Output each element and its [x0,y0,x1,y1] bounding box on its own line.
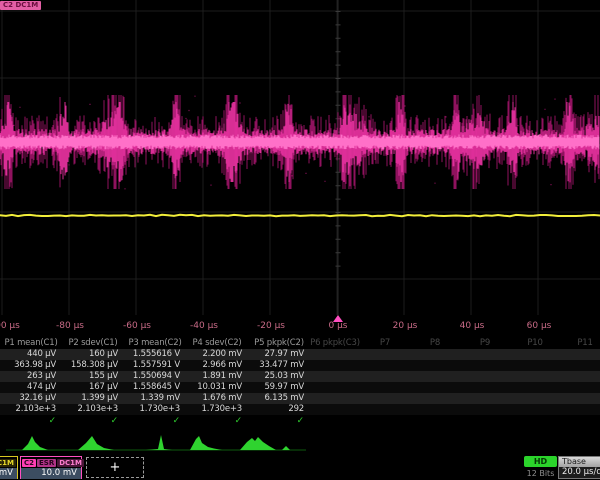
param-header-inactive[interactable]: P7 [360,337,410,349]
measurement-value: 1.550694 V [124,371,186,382]
axis-label: 60 µs [527,321,552,331]
c2-coupling-chip: DC1M [57,459,84,467]
add-channel-button[interactable]: + [86,457,144,478]
measurement-row: 32.16 µV1.399 µV1.339 mV1.676 mV6.135 mV [0,393,600,404]
measurement-value: 25.03 mV [248,371,310,382]
measurement-value: 1.676 mV [186,393,248,404]
measurement-value: 6.135 mV [248,393,310,404]
timebase-box[interactable]: Tbase 20.0 µs/div [558,456,600,479]
param-header-inactive[interactable]: P10 [510,337,560,349]
axis-label: -20 µs [257,321,285,331]
measurement-value: 1.730e+3 [124,404,186,415]
c2-name-chip: C2 [22,459,36,467]
measurement-row: 363.98 µV158.308 µV1.557591 V2.966 mV33.… [0,360,600,371]
measurement-value: 1.399 µV [62,393,124,404]
measurement-value: 10.031 mV [186,382,248,393]
status-check-icon: ✓ [62,415,124,428]
measurement-header-row: P1 mean(C1)P2 sdev(C1)P3 mean(C2)P4 sdev… [0,337,600,349]
measurement-value: 167 µV [62,382,124,393]
measurement-value: 27.97 mV [248,349,310,360]
c1-coupling-chip: DC1M [0,459,16,467]
measurement-table: P1 mean(C1)P2 sdev(C1)P3 mean(C2)P4 sdev… [0,337,600,428]
measurement-value: 292 [248,404,310,415]
measurement-value: 1.730e+3 [186,404,248,415]
measurement-value: 59.97 mV [248,382,310,393]
time-axis: -100 µs -80 µs -60 µs -40 µs -20 µs 0 µs 20 µs… [0,315,600,336]
measurement-value: 1.558645 V [124,382,186,393]
param-header-inactive[interactable]: P8 [410,337,460,349]
c1-scale-value: 0 mV [0,468,17,479]
measurement-value: 263 µV [0,371,62,382]
measurement-status-row: ✓✓✓✓✓ [0,415,600,428]
axis-label: -40 µs [190,321,218,331]
hd-mode-badge: HD [524,456,557,467]
measurement-value: 158.308 µV [62,360,124,371]
channel-c2-box[interactable]: C2 ESR DC1M 10.0 mV [20,456,82,479]
param-header-inactive[interactable]: P9 [460,337,510,349]
measurement-value: 363.98 µV [0,360,62,371]
hd-bits-label: 12 Bits [518,469,563,478]
waveform-grid [0,0,600,316]
measurement-value: 1.557591 V [124,360,186,371]
timebase-value: 20.0 µs/div [559,467,600,478]
param-header[interactable]: P5 pkpk(C2) [248,337,310,349]
axis-label: -100 µs [0,321,20,331]
measurement-value: 2.200 mV [186,349,248,360]
histicon-p3[interactable] [146,435,172,450]
descriptor-bar: DC1M 0 mV C2 ESR DC1M 10.0 mV + HD 12 Bi… [0,455,600,480]
axis-label: -80 µs [56,321,84,331]
histicon-strip [0,432,600,454]
measurement-value: 1.339 mV [124,393,186,404]
axis-label: 0 µs [328,321,347,331]
histicon-p2[interactable] [78,436,114,450]
measurement-value: 2.103e+3 [0,404,62,415]
measurement-row: 474 µV167 µV1.558645 V10.031 mV59.97 mV [0,382,600,393]
measurement-value: 33.477 mV [248,360,310,371]
measurement-value: 1.891 mV [186,371,248,382]
c2-scale-value: 10.0 mV [21,468,81,479]
measurement-value: 2.966 mV [186,360,248,371]
c2-esr-chip: ESR [37,459,56,467]
status-check-icon: ✓ [186,415,248,428]
status-check-icon: ✓ [0,415,62,428]
measurement-value: 32.16 µV [0,393,62,404]
histicon-p5-tail [282,446,290,450]
axis-label: 40 µs [460,321,485,331]
measurement-row: 440 µV160 µV1.555616 V2.200 mV27.97 mV [0,349,600,360]
measurement-value: 1.555616 V [124,349,186,360]
measurement-row: 2.103e+32.103e+31.730e+31.730e+3292 [0,404,600,415]
param-header[interactable]: P2 sdev(C1) [62,337,124,349]
measurement-value: 2.103e+3 [62,404,124,415]
histicon-p5[interactable] [240,437,276,450]
channel-c1-box[interactable]: DC1M 0 mV [0,456,18,479]
param-header-inactive[interactable]: P6 pkpk(C3) [310,337,360,349]
c1-trace [0,215,600,216]
param-header-inactive[interactable]: P11 [560,337,600,349]
param-header[interactable]: P1 mean(C1) [0,337,62,349]
measurement-value: 474 µV [0,382,62,393]
measurement-value: 440 µV [0,349,62,360]
param-header[interactable]: P4 sdev(C2) [186,337,248,349]
axis-label: -60 µs [123,321,151,331]
axis-label: 20 µs [393,321,418,331]
measurement-row: 263 µV155 µV1.550694 V1.891 mV25.03 mV [0,371,600,382]
histicon-p1[interactable] [22,436,48,450]
status-check-icon: ✓ [248,415,310,428]
measurement-value: 160 µV [62,349,124,360]
trace-label-badge[interactable]: C2 DC1M [0,1,41,10]
param-header[interactable]: P3 mean(C2) [124,337,186,349]
oscilloscope-screen: C2 DC1M -100 µs -80 µs -60 µs -40 µs -20 µs 0… [0,0,600,480]
measurement-value: 155 µV [62,371,124,382]
timebase-title: Tbase [559,457,600,467]
histicon-p4[interactable] [190,436,222,450]
status-check-icon: ✓ [124,415,186,428]
